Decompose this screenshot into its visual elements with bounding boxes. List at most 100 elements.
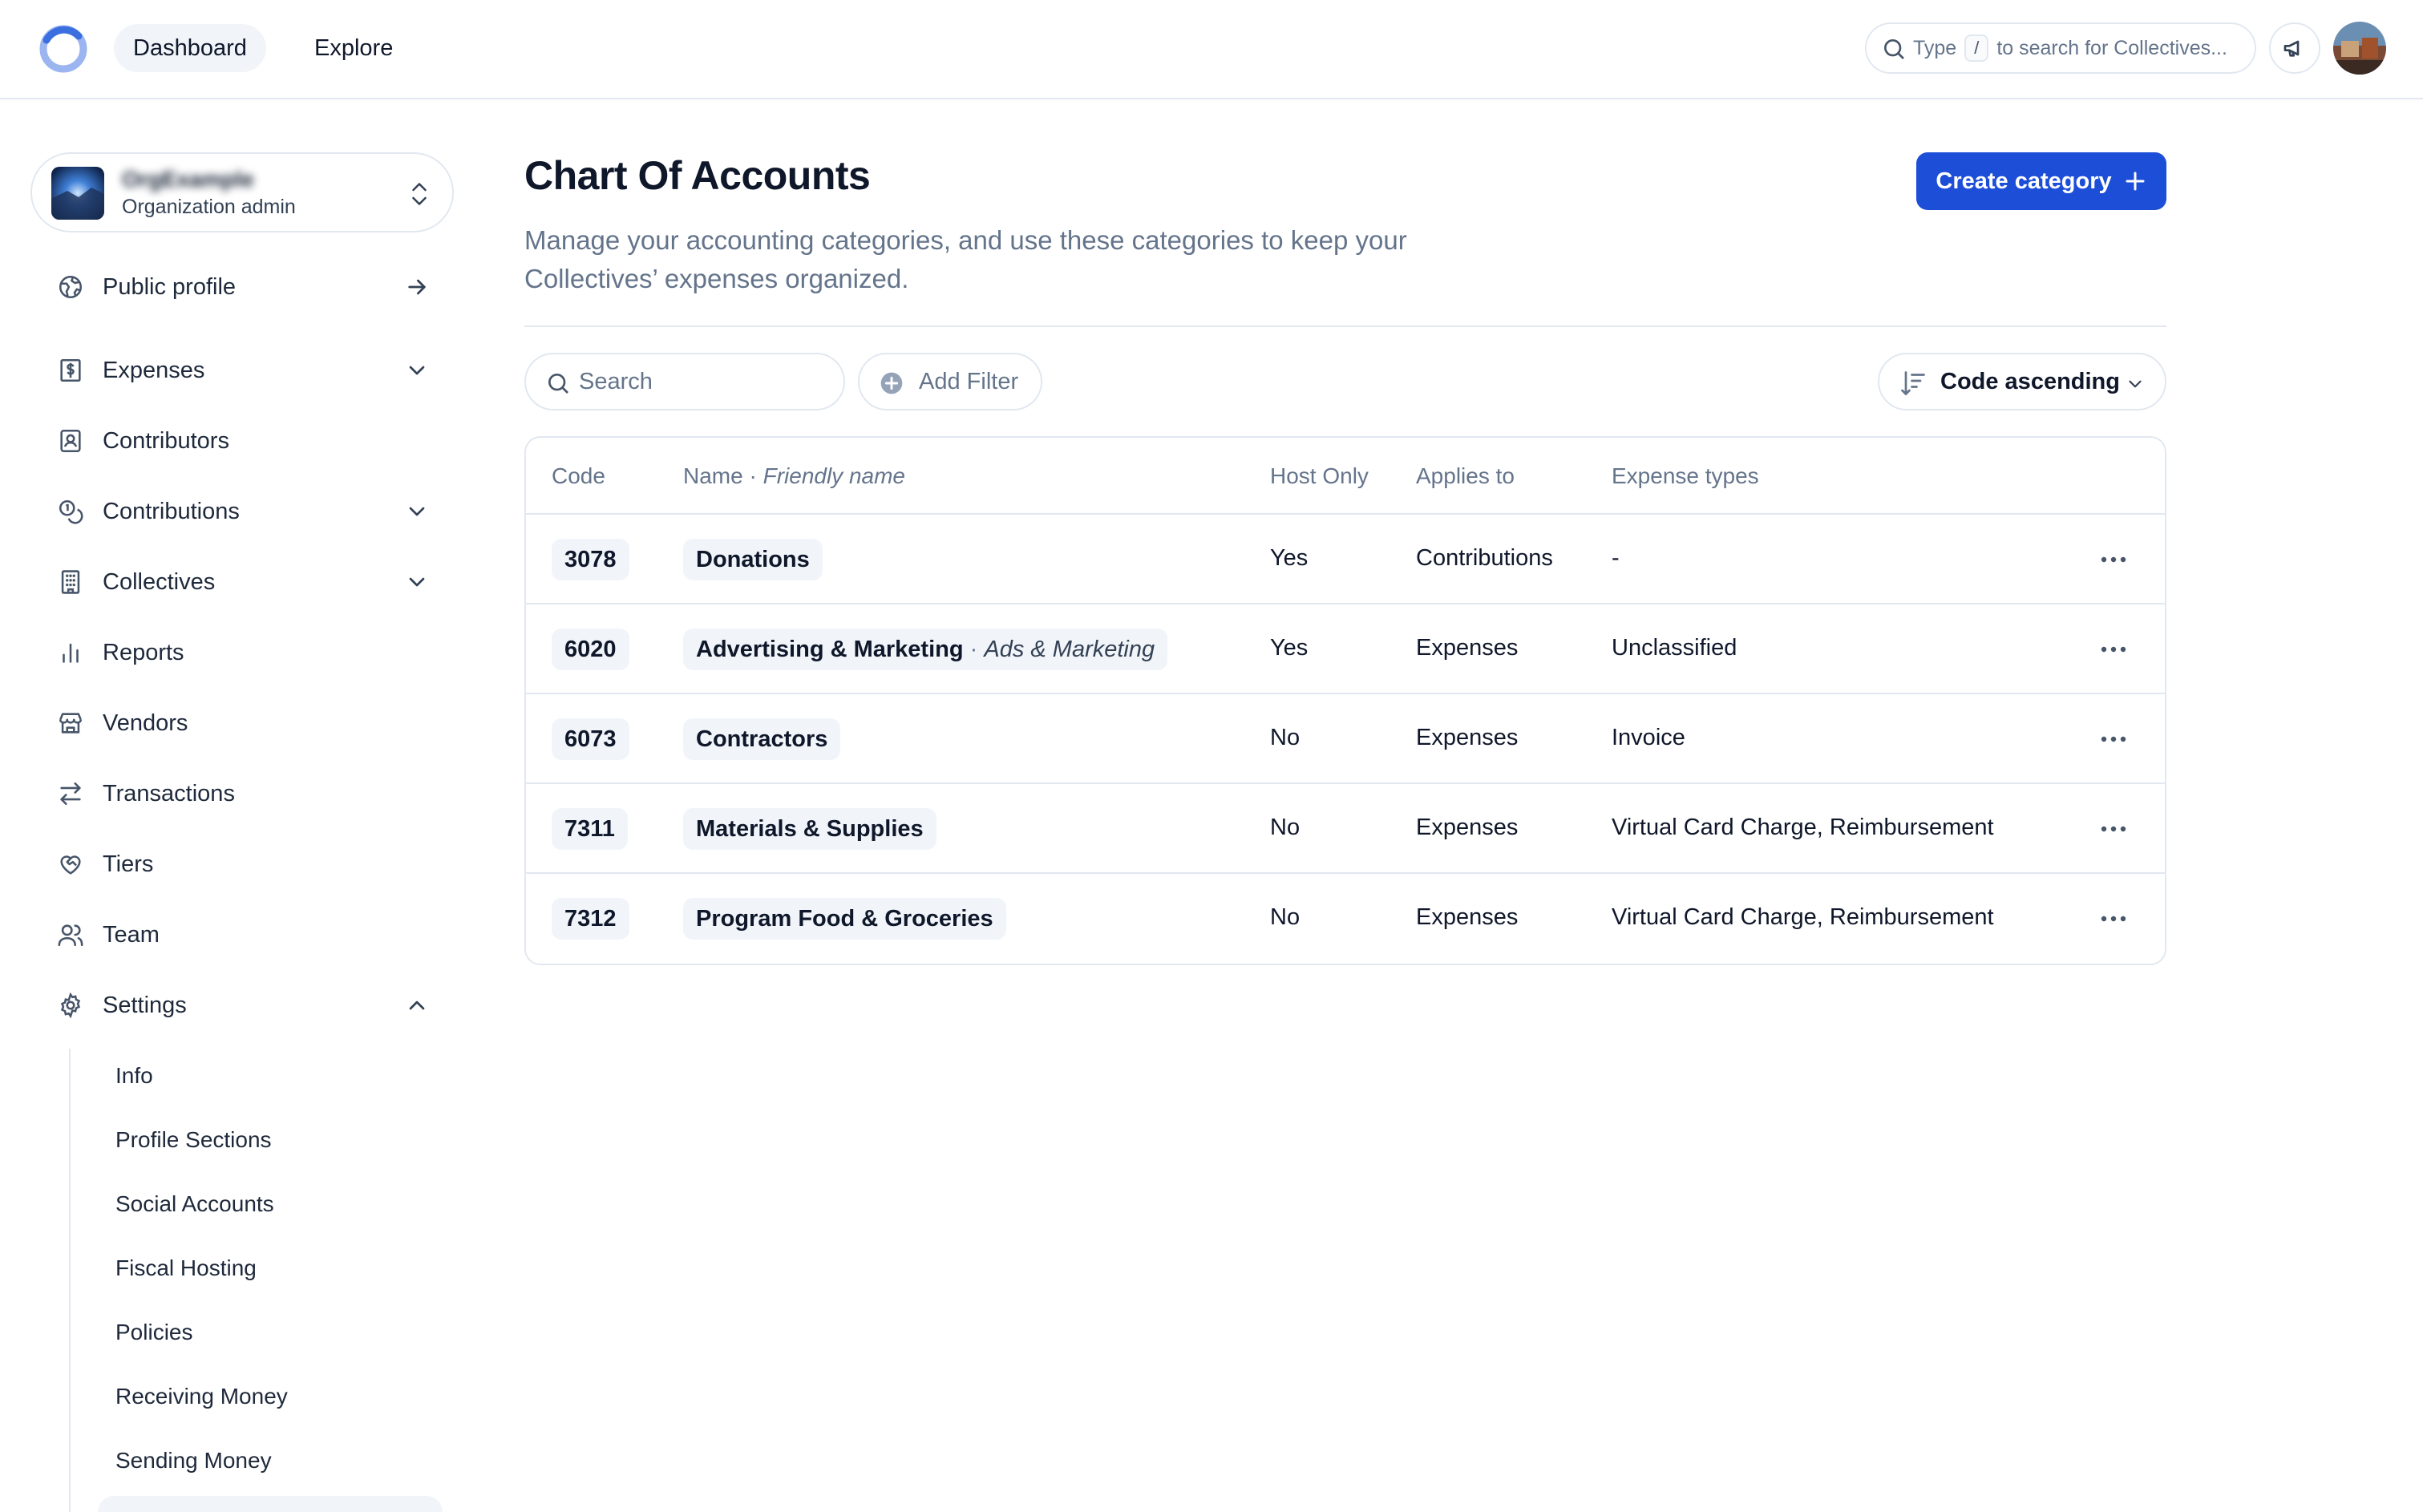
settings-item-sending-money[interactable]: Sending Money: [115, 1443, 272, 1478]
sidebar-item-vendors[interactable]: Vendors: [48, 697, 441, 749]
row-name-label: Program Food & Groceries: [696, 906, 993, 932]
org-avatar: [51, 167, 104, 220]
settings-item-policies[interactable]: Policies: [115, 1315, 192, 1350]
search-shortcut-key: /: [1964, 34, 1989, 62]
column-header-code[interactable]: Code: [552, 463, 605, 489]
row-expense-types: Virtual Card Charge, Reimbursement: [1612, 815, 1994, 840]
table-row[interactable]: 6073 Contractors No Expenses Invoice: [526, 694, 2165, 784]
add-filter-button[interactable]: Add Filter: [858, 353, 1042, 410]
contact-icon: [56, 427, 85, 455]
store-icon: [56, 709, 85, 738]
table-search-input[interactable]: Search: [524, 353, 845, 410]
building-icon: [56, 568, 85, 596]
settings-item-info[interactable]: Info: [115, 1058, 153, 1094]
row-more-button[interactable]: [2093, 808, 2134, 850]
sidebar-item-public-profile[interactable]: Public profile: [48, 261, 441, 313]
row-name-label: Donations: [696, 547, 810, 572]
table-row[interactable]: 7312 Program Food & Groceries No Expense…: [526, 874, 2165, 964]
row-more-button[interactable]: [2093, 539, 2134, 580]
nav-dashboard[interactable]: Dashboard: [114, 24, 266, 72]
announcements-button[interactable]: [2269, 22, 2320, 74]
page-description: Manage your accounting categories, and u…: [524, 225, 1407, 293]
sort-icon: [1901, 371, 1925, 395]
chevron-down-icon: [409, 577, 425, 587]
row-code: 6020: [552, 629, 629, 670]
settings-item-social-accounts[interactable]: Social Accounts: [115, 1187, 274, 1222]
table-row[interactable]: 3078 Donations Yes Contributions -: [526, 515, 2165, 604]
users-icon: [56, 920, 85, 949]
settings-submenu-line: [69, 1049, 71, 1512]
sidebar-item-tiers[interactable]: Tiers: [48, 839, 441, 890]
column-header-name-label: Name: [683, 463, 743, 488]
row-applies-to: Expenses: [1416, 815, 1519, 840]
sort-dropdown[interactable]: Code ascending: [1878, 353, 2166, 410]
column-header-expense-types[interactable]: Expense types: [1612, 463, 1759, 489]
row-name: Program Food & Groceries: [683, 898, 1006, 940]
search-placeholder: Search: [579, 368, 653, 394]
row-name-label: Materials & Supplies: [696, 816, 924, 842]
row-host-only: No: [1270, 815, 1300, 840]
table-row[interactable]: 7311 Materials & Supplies No Expenses Vi…: [526, 784, 2165, 874]
user-avatar[interactable]: [2333, 22, 2386, 75]
row-name-label: Contractors: [696, 726, 828, 752]
column-header-name[interactable]: Name · Friendly name: [683, 463, 905, 489]
row-expense-types: Unclassified: [1612, 635, 1737, 661]
arrows-left-right-icon: [56, 779, 85, 808]
sidebar-item-label: Reports: [103, 639, 184, 665]
sidebar-item-label: Collectives: [103, 568, 216, 595]
row-name: Contractors: [683, 718, 841, 760]
column-header-applies-to[interactable]: Applies to: [1416, 463, 1515, 489]
more-horizontal-icon: [2101, 736, 2126, 742]
row-more-button[interactable]: [2093, 629, 2134, 670]
opencollective-logo[interactable]: [37, 22, 90, 75]
sidebar-item-label: Contributors: [103, 427, 229, 454]
sidebar-item-collectives[interactable]: Collectives: [48, 556, 441, 608]
sidebar-item-transactions[interactable]: Transactions: [48, 768, 441, 819]
chevron-down-icon: [409, 507, 425, 516]
chevrons-up-down-icon: [412, 183, 427, 205]
chevron-down-icon: [409, 366, 425, 375]
row-code: 7312: [552, 898, 629, 940]
more-horizontal-icon: [2101, 556, 2126, 563]
row-name: Materials & Supplies: [683, 808, 936, 850]
sidebar-item-contributors[interactable]: Contributors: [48, 415, 441, 467]
create-category-button[interactable]: Create category: [1916, 152, 2166, 210]
coins-icon: [56, 497, 85, 526]
heart-handshake-icon: [56, 850, 85, 879]
account-switcher[interactable]: OrgExample Organization admin: [30, 152, 454, 232]
column-header-host-only[interactable]: Host Only: [1270, 463, 1369, 489]
sidebar-item-contributions[interactable]: Contributions: [48, 486, 441, 537]
plus-icon: [2126, 172, 2145, 191]
table-header: Code Name · Friendly name Host Only Appl…: [526, 438, 2165, 515]
sidebar-item-reports[interactable]: Reports: [48, 627, 441, 678]
row-more-button[interactable]: [2093, 718, 2134, 760]
plus-circle-icon: [880, 372, 903, 394]
create-category-label: Create category: [1936, 168, 2112, 194]
sidebar-item-label: Expenses: [103, 357, 205, 383]
row-code: 7311: [552, 808, 628, 850]
nav-explore[interactable]: Explore: [295, 24, 412, 72]
sidebar-item-label: Transactions: [103, 780, 235, 807]
row-expense-types: -: [1612, 545, 1620, 571]
megaphone-icon: [2283, 40, 2300, 57]
more-horizontal-icon: [2101, 646, 2126, 653]
add-filter-label: Add Filter: [919, 368, 1019, 394]
column-header-friendly-name: Friendly name: [762, 463, 905, 488]
sidebar-item-expenses[interactable]: Expenses: [48, 345, 441, 396]
table-row[interactable]: 6020 Advertising & Marketing · Ads & Mar…: [526, 604, 2165, 694]
search-icon: [1884, 39, 1904, 59]
row-more-button[interactable]: [2093, 898, 2134, 940]
settings-item-receiving-money[interactable]: Receiving Money: [115, 1379, 288, 1414]
sidebar-item-team[interactable]: Team: [48, 909, 441, 960]
top-bar: Dashboard Explore Type / to search for C…: [0, 0, 2423, 99]
sidebar-item-settings[interactable]: Settings: [48, 980, 441, 1031]
settings-item-fiscal-hosting[interactable]: Fiscal Hosting: [115, 1251, 257, 1286]
settings-item-profile-sections[interactable]: Profile Sections: [115, 1122, 272, 1158]
receipt-icon: [56, 356, 85, 385]
sidebar-item-label: Team: [103, 921, 160, 948]
settings-item-active-highlight[interactable]: [98, 1496, 443, 1512]
sidebar-item-label: Contributions: [103, 498, 240, 524]
row-applies-to: Contributions: [1416, 545, 1553, 571]
global-search[interactable]: Type / to search for Collectives...: [1865, 22, 2256, 74]
row-code: 3078: [552, 539, 629, 580]
